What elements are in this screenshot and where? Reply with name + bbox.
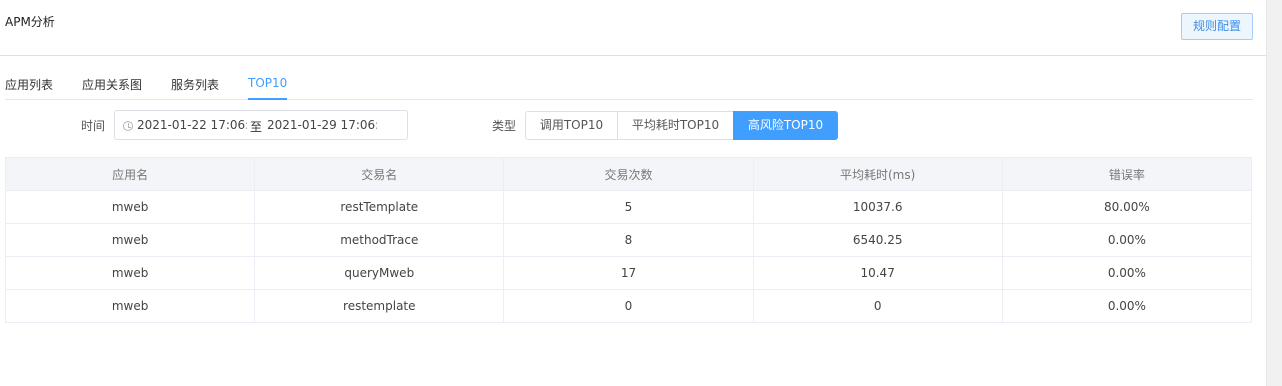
table-header-row: 应用名 交易名 交易次数 平均耗时(ms) 错误率 [4,157,1253,191]
column-header-transaction-count[interactable]: 交易次数 [503,157,754,191]
cell-avg-time: 6540.25 [752,223,1003,257]
tab-top10[interactable]: TOP10 [248,76,288,100]
tab-app-list[interactable]: 应用列表 [5,76,53,100]
date-start-input[interactable]: 2021-01-22 17:06:49 [137,118,247,132]
column-header-avg-time[interactable]: 平均耗时(ms) [752,157,1003,191]
cell-avg-time: 10037.6 [752,190,1003,224]
cell-error-rate: 0.00% [1001,289,1253,323]
vertical-scrollbar[interactable] [1266,0,1282,386]
column-header-transaction-name[interactable]: 交易名 [254,157,505,191]
date-range-separator: 至 [250,120,263,134]
table-row[interactable]: mweb restemplate 0 0 0.00% [4,289,1253,323]
cell-error-rate: 80.00% [1001,190,1253,224]
cell-transaction-count: 17 [503,256,754,290]
cell-app-name: mweb [4,289,256,323]
type-high-risk-top10-button[interactable]: 高风险TOP10 [733,111,838,140]
date-range-picker[interactable]: 2021-01-22 17:06:49 至 2021-01-29 17:06:4… [114,110,408,140]
column-header-app-name[interactable]: 应用名 [4,157,256,191]
tab-app-relation-graph[interactable]: 应用关系图 [82,76,142,100]
cell-avg-time: 0 [752,289,1003,323]
type-call-top10-button[interactable]: 调用TOP10 [525,111,618,140]
tab-service-list[interactable]: 服务列表 [171,76,219,100]
date-end-input[interactable]: 2021-01-29 17:06:49 [267,118,377,132]
cell-transaction-count: 5 [503,190,754,224]
table-row[interactable]: mweb restTemplate 5 10037.6 80.00% [4,190,1253,224]
cell-transaction-name: restTemplate [254,190,505,224]
time-label: 时间 [81,119,106,133]
cell-transaction-count: 0 [503,289,754,323]
cell-transaction-count: 8 [503,223,754,257]
type-label: 类型 [492,119,517,133]
rules-config-button[interactable]: 规则配置 [1181,13,1253,40]
cell-app-name: mweb [4,223,256,257]
cell-transaction-name: restemplate [254,289,505,323]
cell-avg-time: 10.47 [752,256,1003,290]
cell-app-name: mweb [4,190,256,224]
cell-transaction-name: queryMweb [254,256,505,290]
type-button-group: 调用TOP10 平均耗时TOP10 高风险TOP10 [525,111,838,140]
table-row[interactable]: mweb queryMweb 17 10.47 0.00% [4,256,1253,290]
page-title: APM分析 [5,15,55,29]
cell-error-rate: 0.00% [1001,256,1253,290]
top10-table: 应用名 交易名 交易次数 平均耗时(ms) 错误率 mweb restTempl… [4,157,1253,323]
table-row[interactable]: mweb methodTrace 8 6540.25 0.00% [4,223,1253,257]
tab-bar: 应用列表 应用关系图 服务列表 TOP10 [5,74,1253,100]
page-header: APM分析 规则配置 [0,0,1266,56]
column-header-error-rate[interactable]: 错误率 [1001,157,1253,191]
cell-transaction-name: methodTrace [254,223,505,257]
cell-app-name: mweb [4,256,256,290]
clock-icon [123,121,133,131]
type-avg-time-top10-button[interactable]: 平均耗时TOP10 [617,111,734,140]
cell-error-rate: 0.00% [1001,223,1253,257]
